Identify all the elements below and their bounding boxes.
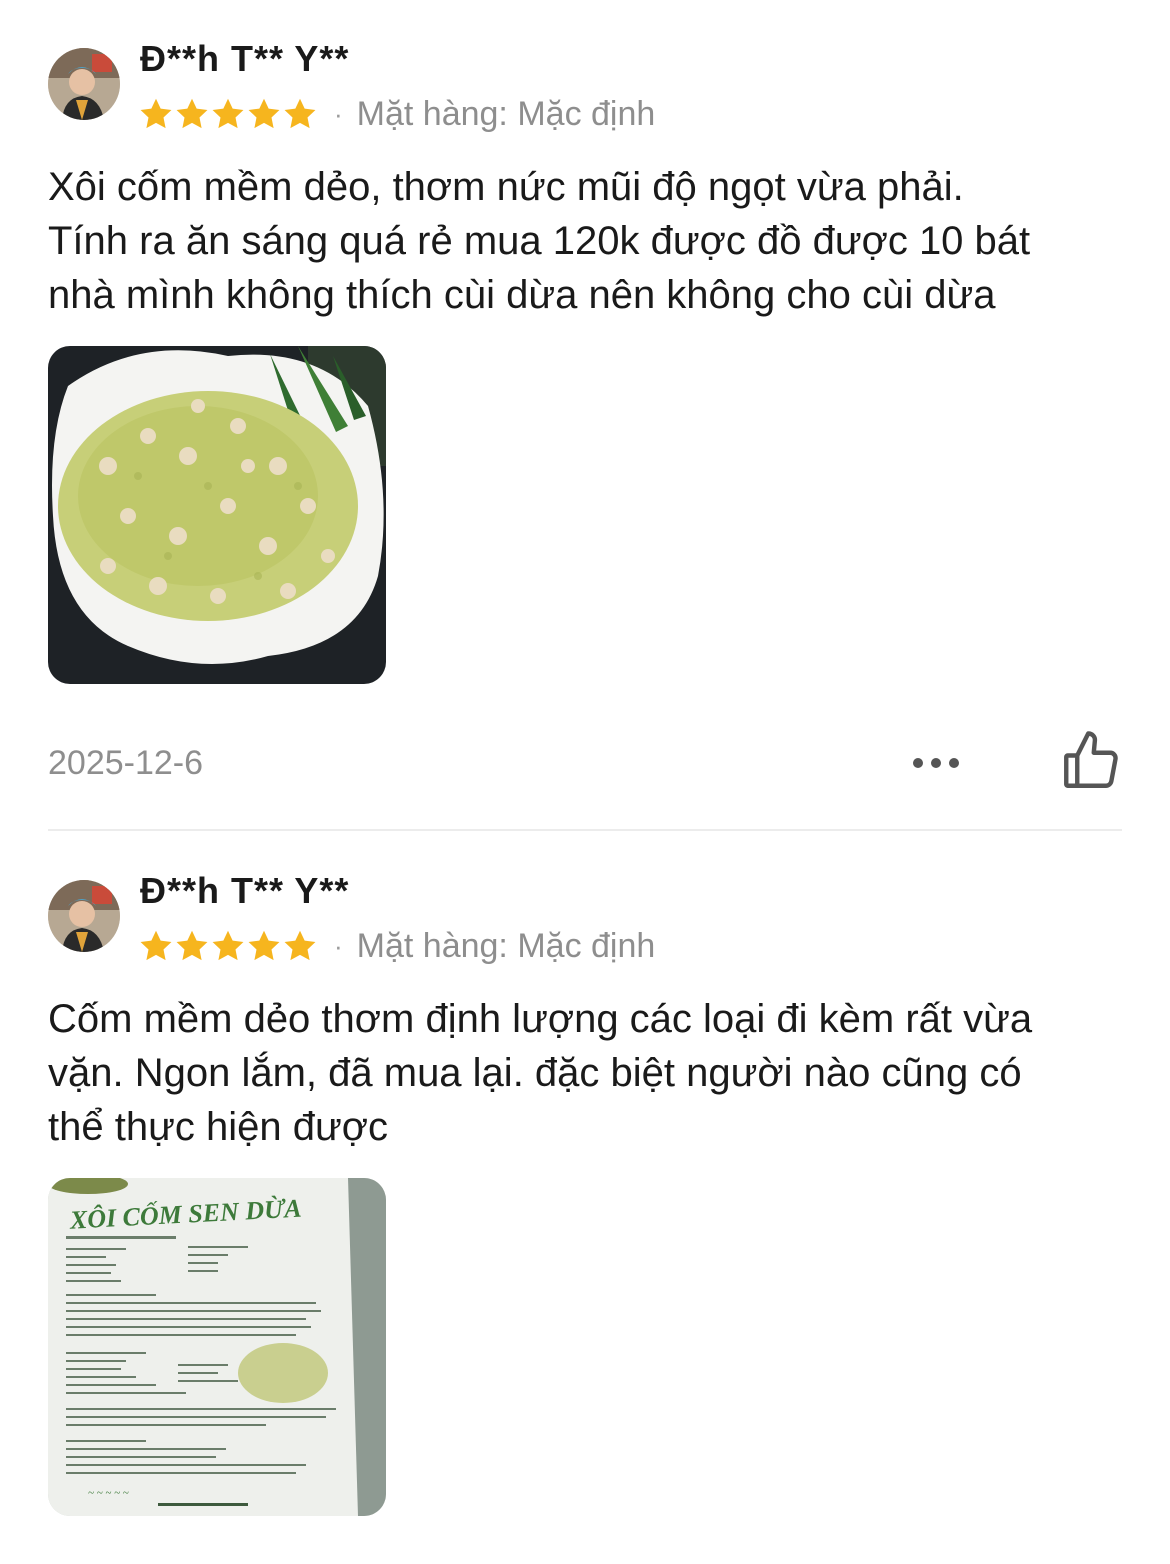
rating-row: · Mặt hàng: Mặc định xyxy=(138,92,655,136)
reviewer-name: Đ**h T** Y** xyxy=(140,38,350,79)
star-icon xyxy=(174,96,210,132)
like-button[interactable] xyxy=(1058,728,1124,794)
variant-label: Mặt hàng: xyxy=(356,94,508,133)
review-photo[interactable] xyxy=(48,346,386,684)
review-date: 2025-12-6 xyxy=(48,744,204,782)
star-icon xyxy=(138,96,174,132)
variant-value: Mặc định xyxy=(517,926,656,965)
review-text-line: Tính ra ăn sáng quá rẻ mua 120k được đồ … xyxy=(48,219,1031,263)
star-icon xyxy=(174,928,210,964)
star-icon xyxy=(246,96,282,132)
avatar[interactable] xyxy=(48,880,120,952)
review-text: Cốm mềm dẻo thơm định lượng các loại đi … xyxy=(48,992,1128,1154)
star-rating xyxy=(138,928,318,964)
avatar[interactable] xyxy=(48,48,120,120)
avatar-image xyxy=(48,880,120,952)
avatar-image xyxy=(48,48,120,120)
rating-row: · Mặt hàng: Mặc định xyxy=(138,924,655,968)
star-rating xyxy=(138,96,318,132)
review-text: Xôi cốm mềm dẻo, thơm nức mũi độ ngọt vừ… xyxy=(48,160,1128,322)
variant-info: Mặt hàng: Mặc định xyxy=(357,95,656,134)
review-text-line: Xôi cốm mềm dẻo, thơm nức mũi độ ngọt vừ… xyxy=(48,165,964,209)
variant-label: Mặt hàng: xyxy=(356,926,508,965)
review-divider xyxy=(48,829,1122,831)
review-card: Đ**h T** Y** · Mặt hàng: Mặc định Xôi cố… xyxy=(0,0,1170,831)
star-icon xyxy=(282,928,318,964)
variant-value: Mặc định xyxy=(517,94,656,133)
package-photo-image: XÔI CỐM SEN DỪA ~ ~ ~ ~ ~ xyxy=(48,1178,386,1516)
reviewer-name: Đ**h T** Y** xyxy=(140,870,350,911)
food-photo-image xyxy=(48,346,386,684)
star-icon xyxy=(246,928,282,964)
variant-info: Mặt hàng: Mặc định xyxy=(357,927,656,966)
separator-dot: · xyxy=(334,931,343,961)
star-icon xyxy=(210,96,246,132)
more-options-button[interactable] xyxy=(906,748,966,778)
review-text-line: vặn. Ngon lắm, đã mua lại. đặc biệt ngườ… xyxy=(48,1051,1022,1095)
thumbs-up-icon xyxy=(1064,731,1118,788)
star-icon xyxy=(282,96,318,132)
star-icon xyxy=(210,928,246,964)
review-text-line: Cốm mềm dẻo thơm định lượng các loại đi … xyxy=(48,997,1033,1041)
separator-dot: · xyxy=(334,99,343,129)
review-text-line: nhà mình không thích cùi dừa nên không c… xyxy=(48,273,996,317)
review-card: Đ**h T** Y** · Mặt hàng: Mặc định Cốm mề… xyxy=(0,832,1170,1564)
more-icon xyxy=(913,758,959,768)
svg-text:~ ~ ~ ~ ~: ~ ~ ~ ~ ~ xyxy=(88,1487,129,1499)
star-icon xyxy=(138,928,174,964)
review-photo[interactable]: XÔI CỐM SEN DỪA ~ ~ ~ ~ ~ xyxy=(48,1178,386,1516)
review-text-line: thể thực hiện được xyxy=(48,1105,388,1149)
